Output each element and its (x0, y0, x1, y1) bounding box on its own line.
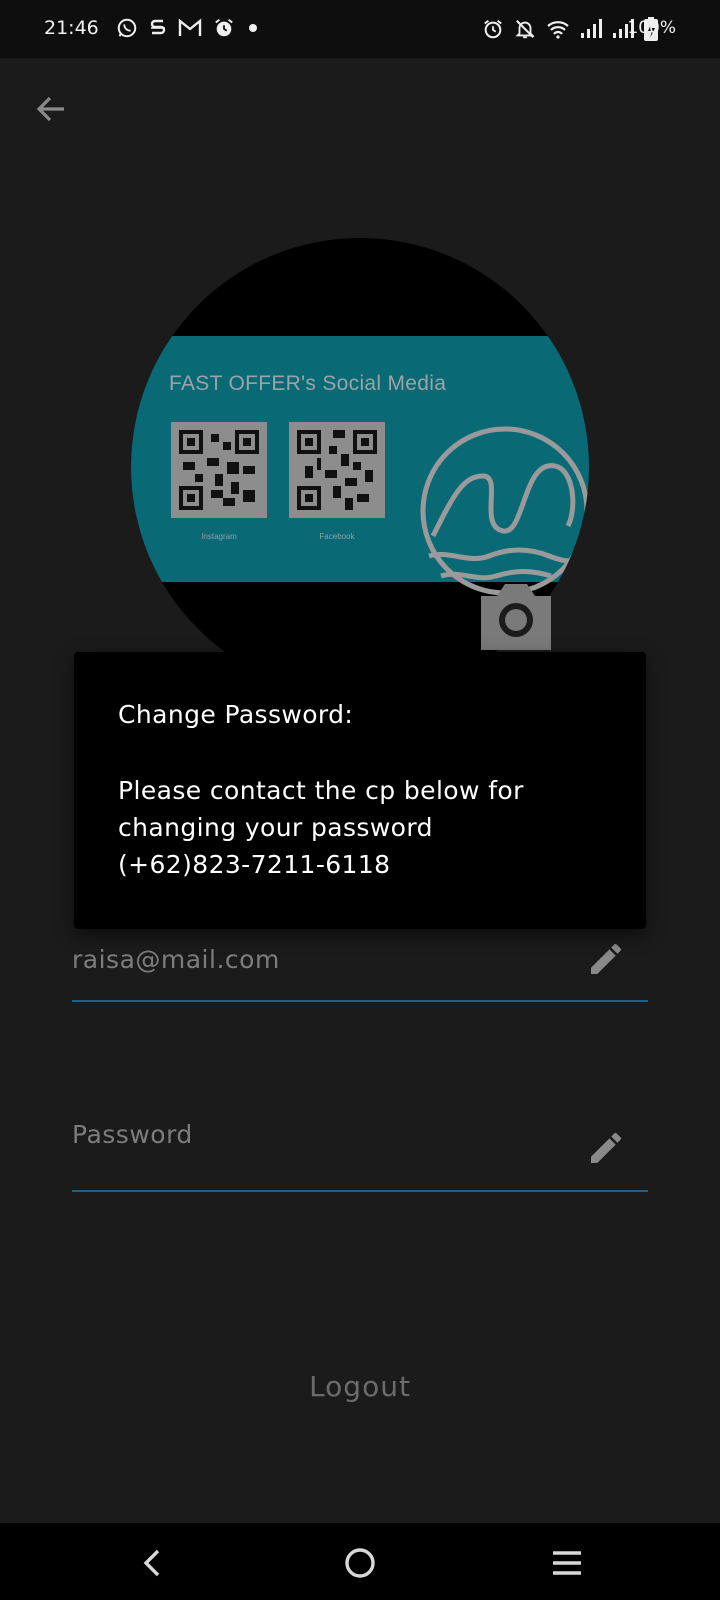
gmail-icon (178, 18, 202, 36)
card-title: FAST OFFER's Social Media (169, 372, 447, 395)
system-nav-bar (0, 1523, 720, 1600)
s-app-icon (150, 19, 166, 35)
notifications-off-icon (515, 20, 535, 39)
dialog-message: Please contact the cp below for changing… (118, 776, 524, 879)
home-circle-icon[interactable] (338, 1541, 382, 1585)
dot-icon (249, 24, 257, 32)
whatsapp-icon (117, 18, 137, 38)
logout-button[interactable]: Logout (0, 1370, 720, 1403)
email-field[interactable]: raisa@mail.com (72, 935, 648, 1002)
facebook-qr-code (289, 422, 385, 518)
camera-icon[interactable] (477, 582, 555, 650)
password-field[interactable]: Password (72, 1110, 648, 1192)
signal-icon (581, 19, 602, 38)
alarm-icon (215, 18, 233, 37)
status-time: 21:46 (44, 17, 99, 39)
dialog-title: Change Password: (118, 700, 354, 729)
qr-label-facebook: Facebook (319, 532, 355, 541)
qr-code-icon (179, 430, 259, 510)
alarm-icon (484, 19, 502, 39)
arrow-back-icon[interactable] (34, 92, 68, 126)
wave-logo-icon (420, 426, 589, 596)
instagram-qr-code (171, 422, 267, 518)
back-chevron-icon[interactable] (130, 1541, 174, 1585)
profile-image-card: FAST OFFER's Social Media Instagram Face… (131, 336, 589, 596)
password-placeholder: Password (72, 1120, 193, 1149)
qr-label-instagram: Instagram (201, 532, 237, 541)
pencil-icon[interactable] (586, 1128, 626, 1168)
pencil-icon[interactable] (586, 939, 626, 979)
change-password-dialog[interactable]: Change Password: Please contact the cp b… (74, 652, 646, 929)
battery-percentage: 100% (627, 18, 676, 38)
qr-code-icon (297, 430, 377, 510)
email-value: raisa@mail.com (72, 945, 280, 974)
wifi-icon (547, 21, 569, 39)
status-bar: 21:46 100% (0, 0, 720, 58)
notification-icons (116, 17, 260, 39)
recents-menu-icon[interactable] (545, 1541, 589, 1585)
